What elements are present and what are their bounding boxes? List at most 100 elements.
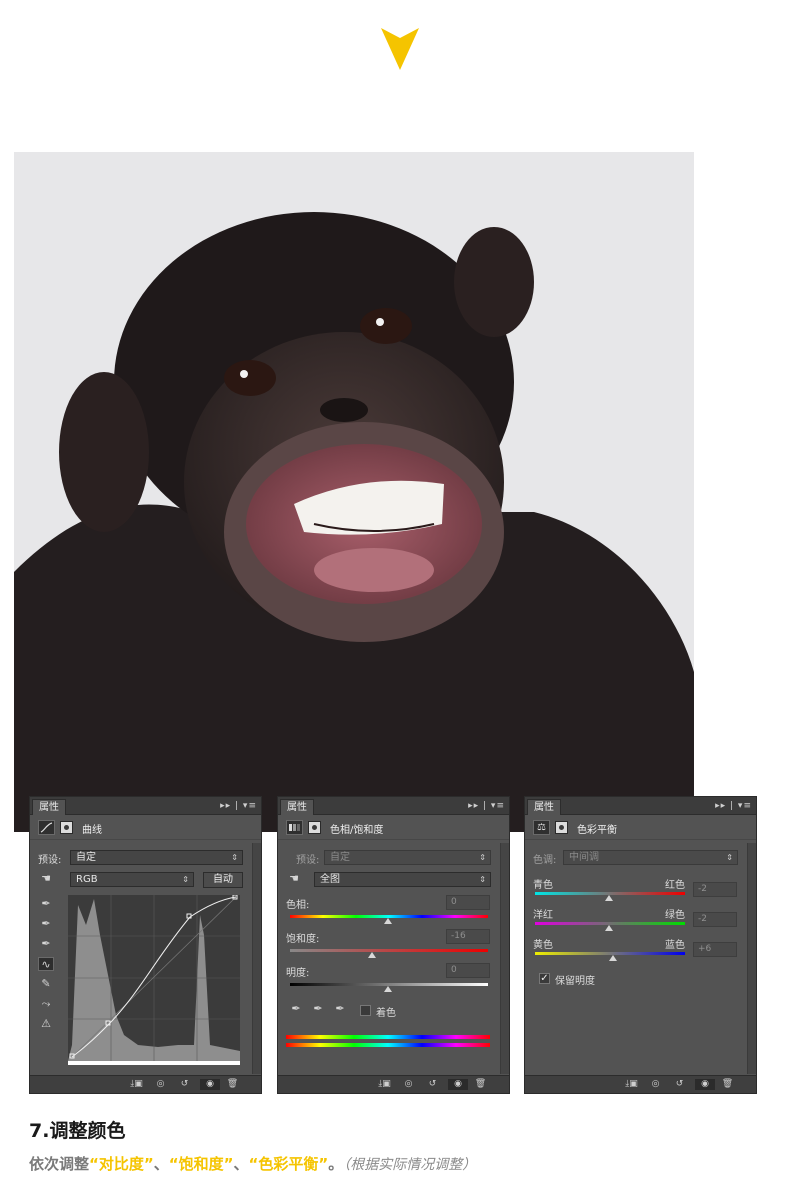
preserve-luminosity-checkbox[interactable]: ✓ [539, 973, 550, 984]
clip-to-layer-icon[interactable]: ⤓▣ [130, 1079, 143, 1090]
separator: 、 [153, 1155, 169, 1173]
panel-header: ⚖ 色彩平衡 [525, 816, 756, 840]
tab-properties[interactable]: 属性 [280, 799, 314, 815]
color-balance-panel: 属性 ▸▸ | ▾≡ ⚖ 色彩平衡 色调: 中间调 ⇕ 青色 红色 -2 洋红 … [524, 796, 757, 1094]
lightness-label: 明度: [286, 968, 310, 979]
saturation-slider-thumb[interactable] [368, 952, 376, 958]
visibility-eye-icon[interactable]: ◉ [200, 1079, 220, 1090]
tab-properties[interactable]: 属性 [527, 799, 561, 815]
reset-icon[interactable]: ↺ [178, 1079, 191, 1090]
saturation-input[interactable]: -16 [446, 929, 490, 944]
trash-icon[interactable]: 🗑 [226, 1079, 239, 1090]
yellow-blue-slider-thumb[interactable] [609, 955, 617, 961]
eyedropper-gray-icon[interactable]: ✒ [38, 917, 54, 931]
panel-menu-icon[interactable]: ▸▸ | ▾≡ [468, 799, 505, 813]
eyedropper-icon[interactable]: ✒ [288, 1002, 304, 1016]
down-arrow-icon [381, 28, 419, 70]
reset-icon[interactable]: ↺ [426, 1079, 439, 1090]
smooth-icon[interactable]: ⤳ [38, 997, 54, 1011]
hand-target-icon[interactable]: ☚ [286, 872, 302, 886]
clipping-warning-icon[interactable]: ⚠ [38, 1017, 54, 1031]
red-label: 红色 [665, 880, 685, 891]
view-previous-icon[interactable]: ◎ [154, 1079, 167, 1090]
preset-value: 自定 [330, 852, 350, 863]
curve-graph[interactable] [68, 895, 240, 1067]
chimpanzee-photo [14, 152, 694, 832]
eyedropper-minus-icon[interactable]: ✒ [332, 1002, 348, 1016]
color-bar-top [286, 1035, 490, 1039]
visibility-eye-icon[interactable]: ◉ [695, 1079, 715, 1090]
blue-label: 蓝色 [665, 940, 685, 951]
hue-label: 色相: [286, 900, 310, 911]
reset-icon[interactable]: ↺ [673, 1079, 686, 1090]
hand-target-icon[interactable]: ☚ [38, 872, 54, 886]
panel-menu-icon[interactable]: ▸▸ | ▾≡ [715, 799, 752, 813]
clip-to-layer-icon[interactable]: ⤓▣ [378, 1079, 391, 1090]
panel-header: 曲线 [30, 816, 261, 840]
clip-to-layer-icon[interactable]: ⤓▣ [625, 1079, 638, 1090]
layer-mask-icon[interactable] [555, 821, 568, 834]
preserve-luminosity-label: 保留明度 [555, 976, 595, 987]
eyedropper-white-icon[interactable]: ✒ [38, 937, 54, 951]
magenta-green-slider-thumb[interactable] [605, 925, 613, 931]
hue-saturation-panel: 属性 ▸▸ | ▾≡ 色相/饱和度 预设: 自定 ⇕ ☚ 全图 ⇕ 色相: 0 … [277, 796, 510, 1094]
panel-scrollbar[interactable] [500, 843, 509, 1074]
eyedropper-plus-icon[interactable]: ✒ [310, 1002, 326, 1016]
stepper-icon: ⇕ [479, 875, 486, 884]
panel-title: 色彩平衡 [577, 825, 617, 836]
panel-footer: ⤓▣ ◎ ↺ ◉ 🗑 [278, 1075, 509, 1093]
green-label: 绿色 [665, 910, 685, 921]
pencil-icon[interactable]: ✎ [38, 977, 54, 991]
curves-panel: 属性 ▸▸ | ▾≡ 曲线 预设: 自定 ⇕ ☚ RGB ⇕ 自动 ✒ ✒ ✒ … [29, 796, 262, 1094]
preset-label: 预设: [38, 855, 62, 866]
eyedropper-black-icon[interactable]: ✒ [38, 897, 54, 911]
stepper-icon: ⇕ [231, 853, 238, 862]
magenta-green-input[interactable]: -2 [693, 912, 737, 927]
panel-menu-icon[interactable]: ▸▸ | ▾≡ [220, 799, 257, 813]
tone-select[interactable]: 中间调 ⇕ [563, 850, 738, 865]
lightness-slider-thumb[interactable] [384, 986, 392, 992]
hue-saturation-icon [286, 820, 303, 835]
saturation-slider[interactable] [290, 949, 488, 952]
cyan-red-slider-thumb[interactable] [605, 895, 613, 901]
colorize-checkbox[interactable] [360, 1005, 371, 1016]
view-previous-icon[interactable]: ◎ [649, 1079, 662, 1090]
channel-value: RGB [76, 874, 98, 885]
step-prefix: 依次调整 [29, 1155, 90, 1173]
layer-mask-icon[interactable] [308, 821, 321, 834]
auto-button[interactable]: 自动 [203, 872, 243, 888]
preset-value: 自定 [76, 852, 96, 863]
trash-icon[interactable]: 🗑 [721, 1079, 734, 1090]
range-value: 全图 [320, 874, 340, 885]
tone-value: 中间调 [569, 852, 599, 863]
range-select[interactable]: 全图 ⇕ [314, 872, 491, 887]
visibility-eye-icon[interactable]: ◉ [448, 1079, 468, 1090]
step-note: （根据实际情况调整） [343, 1157, 477, 1173]
tab-properties[interactable]: 属性 [32, 799, 66, 815]
step-description: 依次调整“对比度”、“饱和度”、“色彩平衡”。（根据实际情况调整） [29, 1153, 476, 1174]
panel-scrollbar[interactable] [252, 843, 261, 1074]
panel-title: 曲线 [82, 825, 102, 836]
preset-select[interactable]: 自定 ⇕ [324, 850, 491, 865]
highlight-contrast: “对比度” [89, 1155, 154, 1173]
curve-edit-icon[interactable]: ∿ [38, 957, 54, 971]
stepper-icon: ⇕ [479, 853, 486, 862]
magenta-label: 洋红 [533, 910, 553, 921]
view-previous-icon[interactable]: ◎ [402, 1079, 415, 1090]
color-bar-bottom [286, 1043, 490, 1047]
channel-select[interactable]: RGB ⇕ [70, 872, 194, 887]
tone-label: 色调: [533, 855, 557, 866]
lightness-input[interactable]: 0 [446, 963, 490, 978]
curves-icon [38, 820, 55, 835]
yellow-blue-input[interactable]: +6 [693, 942, 737, 957]
preset-select[interactable]: 自定 ⇕ [70, 850, 243, 865]
trash-icon[interactable]: 🗑 [474, 1079, 487, 1090]
layer-mask-icon[interactable] [60, 821, 73, 834]
hue-slider-thumb[interactable] [384, 918, 392, 924]
hue-input[interactable]: 0 [446, 895, 490, 910]
stepper-icon: ⇕ [726, 853, 733, 862]
cyan-red-input[interactable]: -2 [693, 882, 737, 897]
colorize-label: 着色 [376, 1008, 396, 1019]
panel-scrollbar[interactable] [747, 843, 756, 1074]
panel-tab-bar: 属性 ▸▸ | ▾≡ [525, 797, 756, 815]
